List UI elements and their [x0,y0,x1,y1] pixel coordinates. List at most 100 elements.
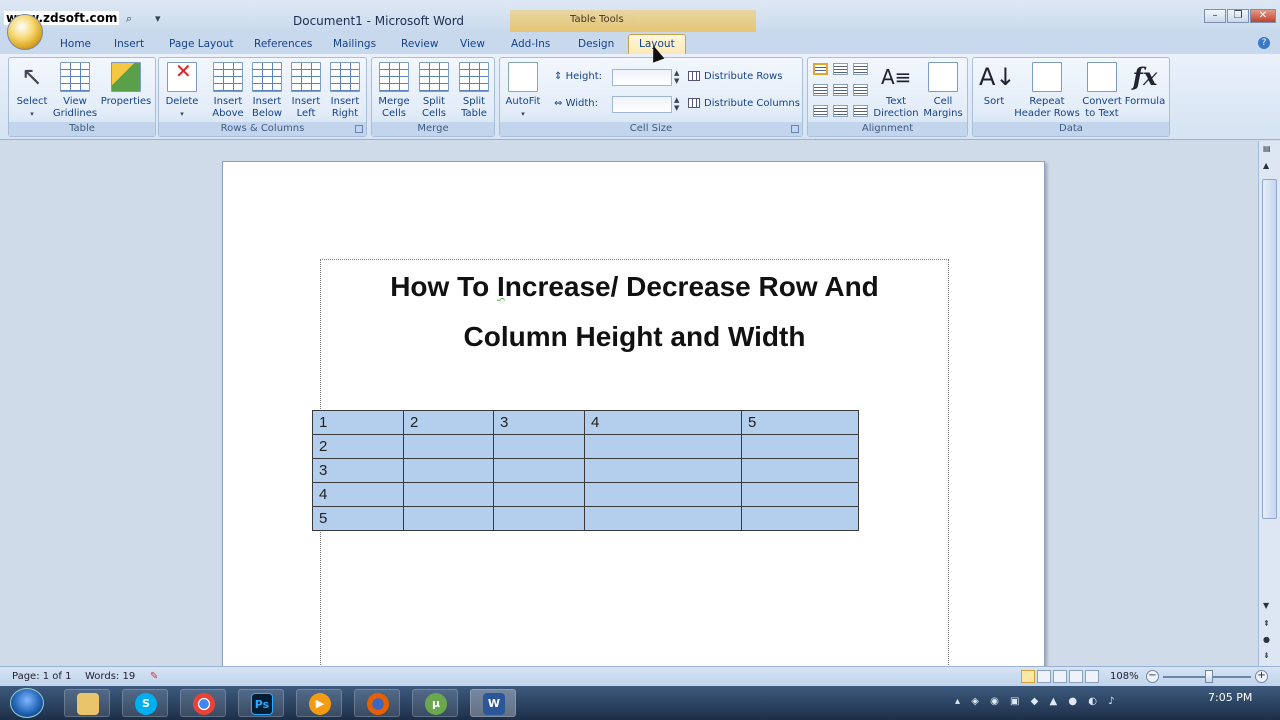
table-cell[interactable] [741,434,859,459]
table-cell[interactable]: 3 [312,458,404,483]
taskbar-explorer[interactable] [64,689,110,717]
align-bottom-center-button[interactable] [833,105,848,117]
print-layout-view-button[interactable] [1021,670,1035,683]
cell-margins-button[interactable]: Cell Margins [920,62,966,120]
system-tray[interactable]: ▴ ◈ ◉ ▣ ◆ ▲ ● ◐ ♪ [955,696,1119,707]
scroll-up-arrow-icon[interactable]: ▲ [1263,161,1269,170]
insert-below-button[interactable]: Insert Below [248,62,286,120]
dialog-launcher-icon[interactable] [791,125,799,133]
tab-insert[interactable]: Insert [114,38,144,50]
align-center-right-button[interactable] [853,84,868,96]
insert-above-button[interactable]: Insert Above [209,62,247,120]
web-layout-button[interactable] [1053,670,1067,683]
tab-mailings[interactable]: Mailings [333,38,376,50]
align-top-right-button[interactable] [853,63,868,75]
delete-button[interactable]: Delete ▾ [163,62,201,120]
table-cell[interactable] [493,482,585,507]
taskbar-media-player[interactable]: ▶ [296,689,342,717]
table-cell[interactable] [584,458,742,483]
zoom-out-icon[interactable]: − [1146,670,1159,683]
vertical-scrollbar[interactable]: ▤ ▲ ▼ ⇞ ● ⇟ [1258,141,1280,666]
restore-button[interactable]: ❐ [1227,9,1249,23]
qat-customize-icon[interactable]: ▾ [155,12,161,25]
table-cell[interactable] [584,506,742,531]
align-center-left-button[interactable] [813,84,828,96]
merge-cells-button[interactable]: Merge Cells [374,62,414,120]
repeat-header-rows-button[interactable]: Repeat Header Rows [1013,62,1081,120]
convert-to-text-button[interactable]: Convert to Text [1081,62,1123,120]
dialog-launcher-icon[interactable] [355,125,363,133]
table-cell[interactable] [741,482,859,507]
proofing-icon[interactable]: ✎ [150,671,158,682]
next-page-icon[interactable]: ⇟ [1263,651,1270,660]
formula-button[interactable]: fx Formula [1123,62,1167,108]
table-cell[interactable]: 4 [584,410,742,435]
table-cell[interactable]: 4 [312,482,404,507]
sort-button[interactable]: A↓ Sort [975,62,1016,108]
taskbar-chrome[interactable] [180,689,226,717]
distribute-rows-button[interactable]: Distribute Rows [688,71,782,82]
table-cell[interactable] [741,458,859,483]
table-cell[interactable]: 3 [493,410,585,435]
view-gridlines-button[interactable]: View Gridlines [51,62,99,120]
select-browse-object-icon[interactable]: ● [1263,635,1270,644]
distribute-columns-button[interactable]: Distribute Columns [688,98,800,109]
select-button[interactable]: ↖ Select ▾ [13,62,51,120]
print-preview-icon[interactable]: ⌕ [126,12,132,26]
clock[interactable]: 7:05 PM [1208,691,1252,704]
align-top-left-button[interactable] [813,63,828,75]
start-button[interactable] [10,688,44,718]
tab-design[interactable]: Design [578,38,614,50]
word-count[interactable]: Words: 19 [85,671,135,682]
properties-button[interactable]: Properties [99,62,153,108]
table-cell[interactable] [493,506,585,531]
scrollbar-thumb[interactable] [1262,179,1277,519]
table-cell[interactable] [493,434,585,459]
tab-home[interactable]: Home [60,38,91,50]
office-button[interactable] [7,14,43,50]
table-cell[interactable] [403,482,494,507]
table-cell[interactable]: 5 [312,506,404,531]
previous-page-icon[interactable]: ⇞ [1263,619,1270,628]
tab-view[interactable]: View [460,38,485,50]
help-icon[interactable]: ? [1258,37,1270,49]
width-input[interactable] [612,96,672,113]
table-cell[interactable] [403,458,494,483]
table-cell[interactable]: 1 [312,410,404,435]
document-title[interactable]: How To Increase/ Decrease Row And Column… [223,262,1046,362]
table-cell[interactable]: 5 [741,410,859,435]
text-direction-button[interactable]: A≡ Text Direction [872,62,920,120]
document-page[interactable]: How To Increase/ Decrease Row And Column… [222,161,1046,689]
table-cell[interactable]: 2 [312,434,404,459]
taskbar-utorrent[interactable]: µ [412,689,458,717]
zoom-slider-handle[interactable] [1205,670,1213,683]
taskbar-skype[interactable]: S [122,689,168,717]
ruler-toggle-icon[interactable]: ▤ [1263,144,1271,153]
table-cell[interactable] [403,434,494,459]
minimize-button[interactable]: – [1204,9,1226,23]
align-center-button[interactable] [833,84,848,96]
table-cell[interactable]: 2 [403,410,494,435]
zoom-in-icon[interactable]: + [1255,670,1268,683]
scroll-down-arrow-icon[interactable]: ▼ [1263,601,1269,610]
align-bottom-right-button[interactable] [853,105,868,117]
taskbar-word[interactable]: W [470,689,516,717]
table-cell[interactable] [741,506,859,531]
table-cell[interactable] [584,434,742,459]
outline-view-button[interactable] [1069,670,1083,683]
align-bottom-left-button[interactable] [813,105,828,117]
height-input[interactable] [612,69,672,86]
tab-add-ins[interactable]: Add-Ins [511,38,550,50]
split-cells-button[interactable]: Split Cells [414,62,454,120]
tab-page-layout[interactable]: Page Layout [169,38,233,50]
table-cell[interactable] [493,458,585,483]
tab-references[interactable]: References [254,38,312,50]
insert-right-button[interactable]: Insert Right [326,62,364,120]
taskbar-photoshop[interactable]: Ps [238,689,284,717]
autofit-button[interactable]: AutoFit ▾ [502,62,544,120]
table-cell[interactable] [584,482,742,507]
word-table[interactable]: 1 2 3 4 5 2 3 4 5 [312,410,859,531]
tab-review[interactable]: Review [401,38,438,50]
full-screen-reading-button[interactable] [1037,670,1051,683]
height-spinner[interactable]: ▲ ▼ [674,69,679,85]
